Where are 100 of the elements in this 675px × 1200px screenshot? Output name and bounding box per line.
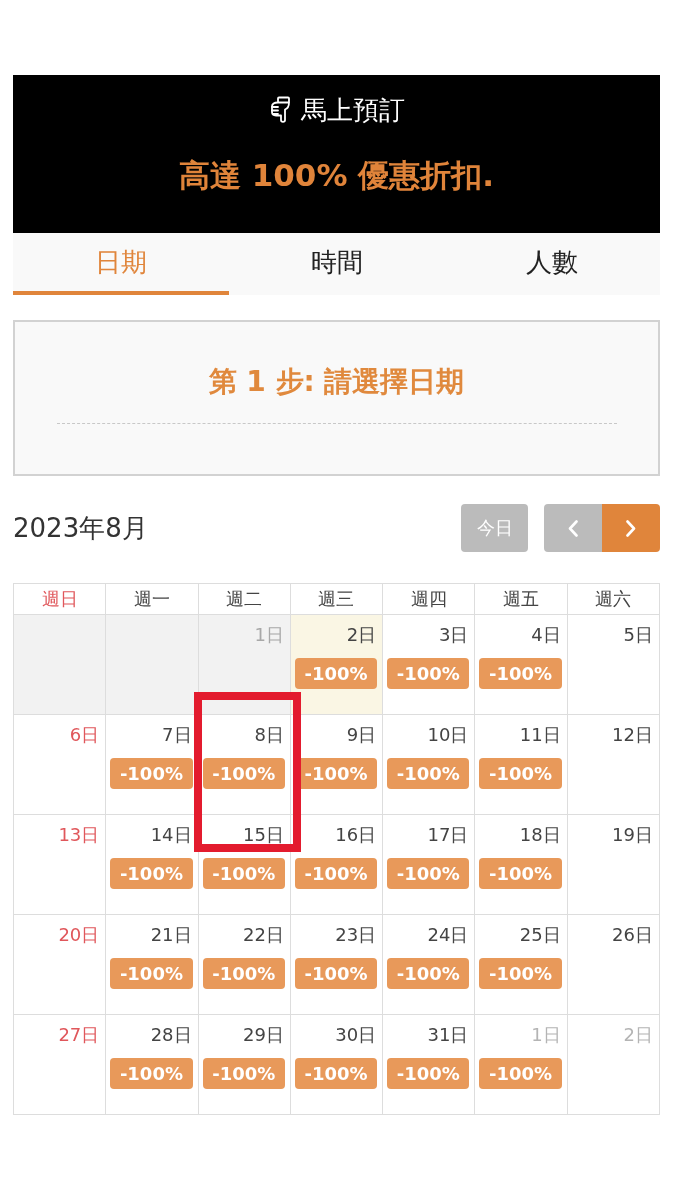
day-cell[interactable]: 23日 -100% [290, 915, 383, 1014]
day-number: 16日 [335, 823, 378, 847]
day-cell[interactable]: 6日 [14, 715, 106, 814]
weekday-header: 週五 [475, 584, 567, 614]
discount-badge: -100% [110, 758, 193, 789]
step-tab[interactable]: 時間 [228, 233, 445, 295]
weekday-header: 週一 [106, 584, 198, 614]
day-cell[interactable]: 4日 -100% [475, 615, 567, 714]
day-cell[interactable]: 31日 -100% [383, 1015, 475, 1114]
discount-badge: -100% [479, 658, 562, 689]
day-number: 3日 [438, 623, 470, 647]
discount-badge: -100% [387, 658, 470, 689]
discount-badge: -100% [294, 1058, 378, 1089]
day-number: 10日 [427, 723, 470, 747]
day-number: 7日 [162, 723, 193, 747]
day-number: 22日 [242, 923, 285, 947]
day-number: 4日 [531, 623, 562, 647]
banner-title: 馬上預訂 [300, 94, 405, 127]
weekday-header: 週六 [567, 584, 659, 614]
discount-badge: -100% [387, 1058, 470, 1089]
discount-badge: -100% [387, 958, 470, 989]
day-cell[interactable]: 12日 [567, 715, 659, 814]
weekday-header: 週二 [198, 584, 290, 614]
day-cell[interactable]: 17日 -100% [383, 815, 475, 914]
day-cell[interactable]: 9日 -100% [290, 715, 383, 814]
weekday-header: 週日 [14, 584, 106, 614]
discount-badge: -100% [294, 658, 378, 689]
day-cell[interactable]: 24日 -100% [383, 915, 475, 1014]
day-cell[interactable]: 13日 [14, 815, 106, 914]
discount-badge: -100% [110, 858, 193, 889]
day-number: 2日 [623, 1023, 654, 1047]
day-number: 15日 [242, 823, 285, 847]
day-number: 5日 [623, 623, 654, 647]
day-number: 13日 [58, 823, 101, 847]
step-tab[interactable]: 人數 [444, 233, 660, 295]
discount-badge: -100% [387, 758, 470, 789]
day-cell[interactable]: 15日 -100% [198, 815, 290, 914]
day-number: 31日 [427, 1023, 470, 1047]
day-number: 20日 [58, 923, 101, 947]
discount-badge: -100% [294, 958, 378, 989]
discount-badge: -100% [479, 758, 562, 789]
day-cell[interactable]: 19日 [567, 815, 659, 914]
day-number: 9日 [346, 723, 378, 747]
step-title: 第 1 步: 請選擇日期 [208, 364, 465, 400]
day-number: 30日 [335, 1023, 378, 1047]
day-cell[interactable]: 14日 -100% [106, 815, 198, 914]
discount-badge: -100% [110, 1058, 193, 1089]
day-number: 12日 [612, 723, 654, 747]
day-cell[interactable]: 16日 -100% [290, 815, 383, 914]
discount-badge: -100% [202, 1058, 285, 1089]
chevron-left-icon [568, 519, 578, 537]
weekday-header: 週四 [383, 584, 475, 614]
discount-badge: -100% [110, 958, 193, 989]
day-cell[interactable]: 21日 -100% [106, 915, 198, 1014]
day-number: 25日 [519, 923, 562, 947]
day-number: 19日 [612, 823, 654, 847]
day-cell[interactable]: 11日 -100% [475, 715, 567, 814]
day-cell[interactable]: 26日 [567, 915, 659, 1014]
day-cell[interactable]: 27日 [14, 1015, 106, 1114]
day-number: 24日 [427, 923, 470, 947]
day-number: 23日 [335, 923, 378, 947]
day-cell[interactable]: 10日 -100% [383, 715, 475, 814]
day-number: 26日 [612, 923, 654, 947]
day-number: 11日 [519, 723, 562, 747]
discount-badge: -100% [479, 958, 562, 989]
day-cell[interactable]: 18日 -100% [475, 815, 567, 914]
day-number: 21日 [150, 923, 193, 947]
chevron-right-icon [626, 519, 636, 537]
day-number: 1日 [254, 623, 285, 647]
next-month-button[interactable] [602, 504, 660, 552]
day-number: 29日 [242, 1023, 285, 1047]
discount-badge: -100% [479, 1058, 562, 1089]
discount-headline: 高達 100% 優惠折扣. [178, 156, 495, 195]
discount-badge: -100% [294, 858, 378, 889]
day-number: 14日 [150, 823, 193, 847]
day-cell[interactable]: 25日 -100% [475, 915, 567, 1014]
day-number: 17日 [427, 823, 470, 847]
discount-badge: -100% [479, 858, 562, 889]
day-number: 8日 [254, 723, 285, 747]
day-number: 27日 [58, 1023, 101, 1047]
day-number: 28日 [150, 1023, 193, 1047]
day-cell[interactable]: 28日 -100% [106, 1015, 198, 1114]
day-number: 6日 [69, 723, 101, 747]
day-cell[interactable]: 3日 -100% [383, 615, 475, 714]
discount-badge: -100% [202, 958, 285, 989]
discount-badge: -100% [202, 758, 285, 789]
day-number: 1日 [531, 1023, 562, 1047]
discount-badge: -100% [202, 858, 285, 889]
day-number: 2日 [346, 623, 378, 647]
day-cell[interactable]: 22日 -100% [198, 915, 290, 1014]
day-cell[interactable]: 2日 -100% [290, 615, 383, 714]
day-cell[interactable]: 5日 [567, 615, 659, 714]
day-cell[interactable]: 29日 -100% [198, 1015, 290, 1114]
discount-badge: -100% [387, 858, 470, 889]
weekday-header: 週三 [290, 584, 383, 614]
day-number: 18日 [519, 823, 562, 847]
day-cell[interactable]: 30日 -100% [290, 1015, 383, 1114]
day-cell[interactable]: 20日 [14, 915, 106, 1014]
month-title: 2023年8月 [13, 511, 148, 545]
hand-pointing-down-icon [268, 96, 293, 124]
